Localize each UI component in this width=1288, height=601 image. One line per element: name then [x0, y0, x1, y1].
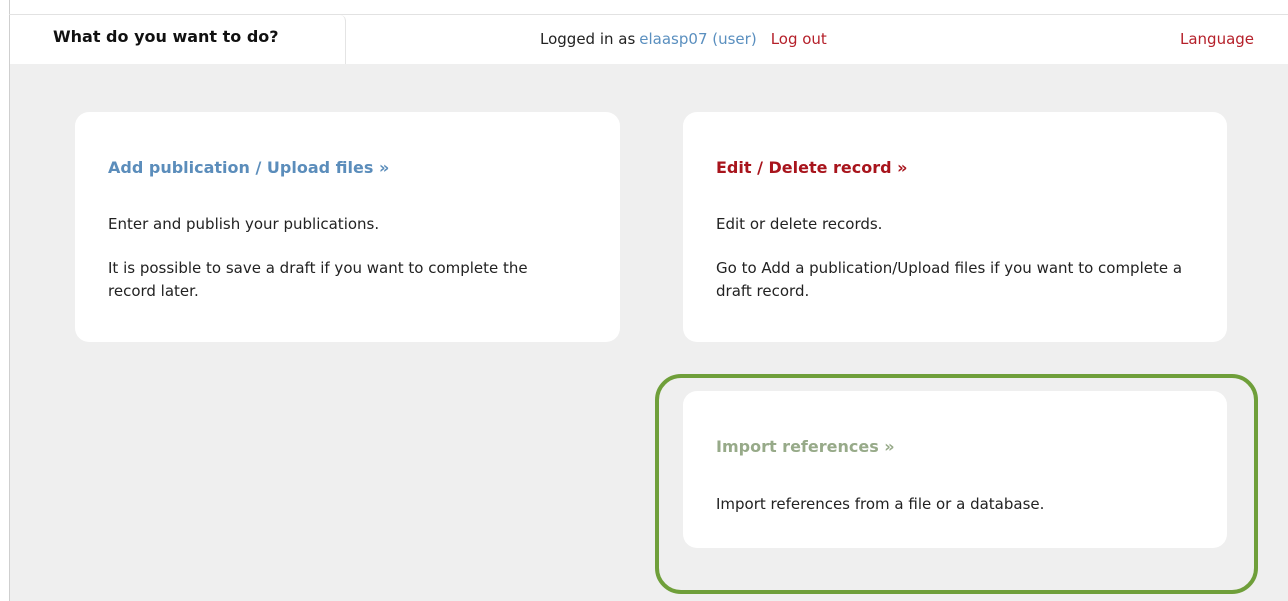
edit-record-link[interactable]: Edit / Delete record »	[716, 158, 908, 177]
tab-label: What do you want to do?	[53, 27, 279, 46]
login-info: Logged in as elaasp07 (user) Log out	[540, 30, 827, 48]
highlight-outline	[655, 374, 1258, 594]
language-link[interactable]: Language	[1180, 30, 1254, 48]
card-add-publication: Add publication / Upload files » Enter a…	[75, 112, 620, 342]
user-link[interactable]: elaasp07 (user)	[639, 30, 756, 48]
add-publication-link[interactable]: Add publication / Upload files »	[108, 158, 389, 177]
logout-link[interactable]: Log out	[771, 30, 827, 48]
add-publication-note: It is possible to save a draft if you wa…	[108, 259, 528, 300]
edit-record-desc: Edit or delete records.	[716, 215, 883, 233]
left-border	[9, 0, 10, 601]
add-publication-desc: Enter and publish your publications.	[108, 215, 380, 233]
page: What do you want to do? Logged in as elaa…	[0, 0, 1288, 601]
card-edit-record: Edit / Delete record » Edit or delete re…	[683, 112, 1227, 342]
logged-in-prefix: Logged in as	[540, 30, 636, 48]
edit-record-note: Go to Add a publication/Upload files if …	[716, 259, 1183, 300]
